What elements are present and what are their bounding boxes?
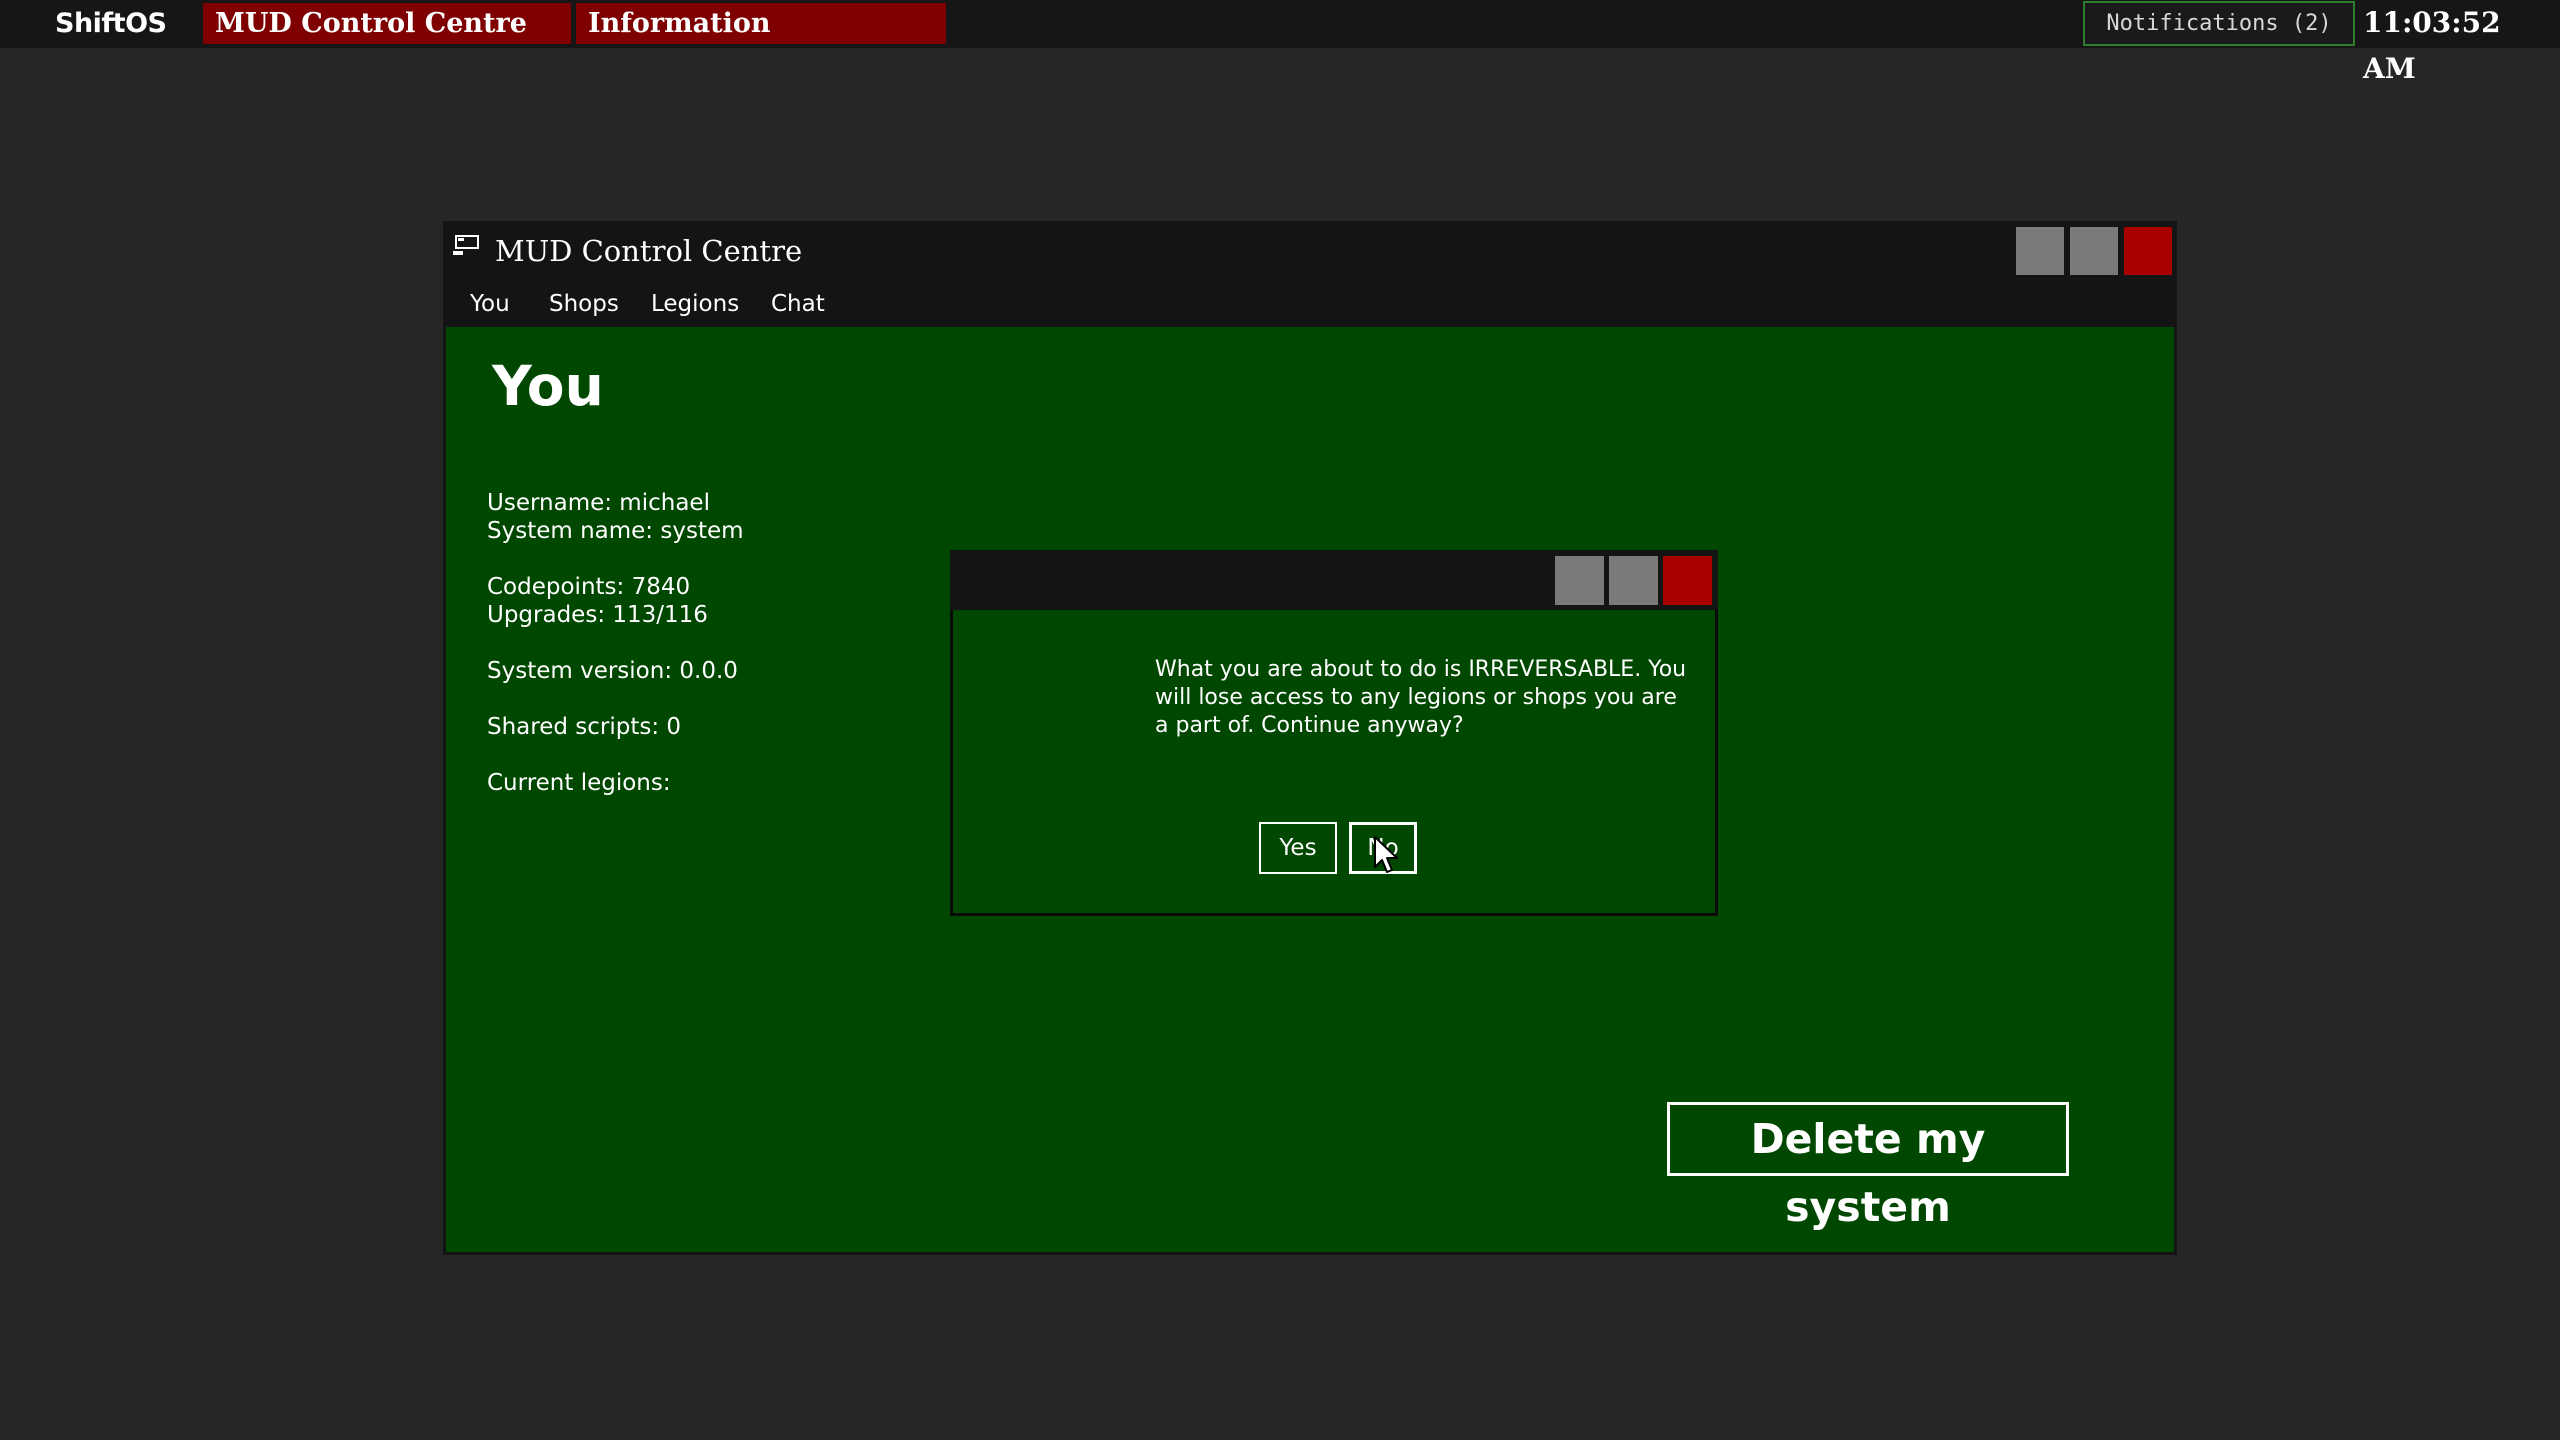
window-titlebar[interactable]: MUD Control Centre <box>443 221 2177 281</box>
confirm-dialog: What you are about to do is IRREVERSABLE… <box>950 550 1718 916</box>
system-name-text: System name: system <box>487 518 744 544</box>
menu-item-shops[interactable]: Shops <box>549 281 619 327</box>
taskbar-item-information[interactable]: Information <box>576 3 946 44</box>
panel-clock: 11:03:52 AM <box>2363 6 2501 85</box>
menu-item-you[interactable]: You <box>470 281 510 327</box>
mouse-cursor-icon <box>1374 836 1398 873</box>
terminal-window-icon <box>453 235 479 255</box>
current-legions-label: Current legions: <box>487 770 671 796</box>
window-menubar: You Shops Legions Chat <box>443 281 2177 327</box>
page-title: You <box>492 354 604 418</box>
dialog-maximize-button[interactable] <box>1609 556 1658 605</box>
taskbar-item-mud-control-centre[interactable]: MUD Control Centre <box>203 3 571 44</box>
close-button[interactable] <box>2124 227 2172 275</box>
start-menu-label[interactable]: ShiftOS <box>55 6 167 42</box>
dialog-close-button[interactable] <box>1663 556 1712 605</box>
system-version-text: System version: 0.0.0 <box>487 658 738 684</box>
menu-item-chat[interactable]: Chat <box>771 281 825 327</box>
yes-button[interactable]: Yes <box>1259 822 1337 874</box>
delete-system-button[interactable]: Delete my system <box>1667 1102 2069 1231</box>
desktop-panel: ShiftOS MUD Control Centre Information N… <box>0 0 2560 85</box>
username-text: Username: michael <box>487 490 710 516</box>
upgrades-text: Upgrades: 113/116 <box>487 602 708 628</box>
codepoints-text: Codepoints: 7840 <box>487 574 691 600</box>
shared-scripts-text: Shared scripts: 0 <box>487 714 682 740</box>
notifications-button[interactable]: Notifications (2) <box>2083 1 2355 46</box>
minimize-button[interactable] <box>2016 227 2064 275</box>
menu-item-legions[interactable]: Legions <box>651 281 739 327</box>
dialog-minimize-button[interactable] <box>1555 556 1604 605</box>
window-title: MUD Control Centre <box>495 234 803 268</box>
dialog-message: What you are about to do is IRREVERSABLE… <box>1155 657 1687 738</box>
maximize-button[interactable] <box>2070 227 2118 275</box>
dialog-body: What you are about to do is IRREVERSABLE… <box>953 610 1715 913</box>
